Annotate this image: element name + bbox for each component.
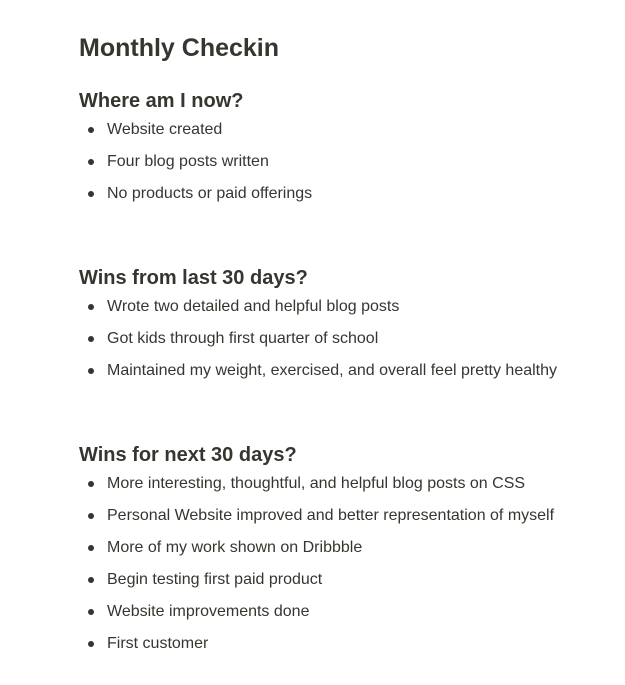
bullet-icon (88, 304, 94, 310)
list-item-text: Personal Website improved and better rep… (107, 507, 555, 524)
list-item-text: More interesting, thoughtful, and helpfu… (107, 475, 526, 492)
list-item: Begin testing first paid product (79, 570, 619, 602)
section-wins-next-30-days: Wins for next 30 days? More interesting,… (79, 442, 619, 666)
section-heading: Wins for next 30 days? (79, 444, 297, 466)
bullet-list: Wrote two detailed and helpful blog post… (79, 297, 619, 393)
list-item-text: More of my work shown on Dribbble (107, 539, 363, 556)
list-item: Four blog posts written (79, 152, 619, 184)
bullet-icon (88, 641, 94, 647)
bullet-icon (88, 368, 94, 374)
list-item: First customer (79, 634, 619, 666)
section-where-am-i-now: Where am I now? Website created Four blo… (79, 88, 619, 216)
section-wins-last-30-days: Wins from last 30 days? Wrote two detail… (79, 265, 619, 393)
section-heading: Where am I now? (79, 90, 244, 112)
list-item-text: Website created (107, 121, 223, 138)
bullet-list: More interesting, thoughtful, and helpfu… (79, 474, 619, 666)
list-item-text: Got kids through first quarter of school (107, 330, 379, 347)
list-item-text: Maintained my weight, exercised, and ove… (107, 362, 558, 379)
bullet-icon (88, 336, 94, 342)
page-title: Monthly Checkin (79, 34, 280, 62)
bullet-icon (88, 127, 94, 133)
list-item: Wrote two detailed and helpful blog post… (79, 297, 619, 329)
list-item: Website created (79, 120, 619, 152)
bullet-icon (88, 191, 94, 197)
document-page: Monthly Checkin Where am I now? Website … (0, 0, 625, 685)
list-item-text: No products or paid offerings (107, 185, 313, 202)
list-item-text: First customer (107, 635, 209, 652)
list-item: Got kids through first quarter of school (79, 329, 619, 361)
bullet-icon (88, 481, 94, 487)
list-item: Personal Website improved and better rep… (79, 506, 619, 538)
list-item: More interesting, thoughtful, and helpfu… (79, 474, 619, 506)
section-heading: Wins from last 30 days? (79, 267, 308, 289)
bullet-icon (88, 513, 94, 519)
list-item: Website improvements done (79, 602, 619, 634)
bullet-icon (88, 577, 94, 583)
list-item-text: Website improvements done (107, 603, 310, 620)
list-item: Maintained my weight, exercised, and ove… (79, 361, 619, 393)
bullet-icon (88, 609, 94, 615)
list-item: No products or paid offerings (79, 184, 619, 216)
list-item-text: Four blog posts written (107, 153, 269, 170)
bullet-icon (88, 545, 94, 551)
list-item-text: Begin testing first paid product (107, 571, 323, 588)
bullet-icon (88, 159, 94, 165)
list-item: More of my work shown on Dribbble (79, 538, 619, 570)
list-item-text: Wrote two detailed and helpful blog post… (107, 298, 400, 315)
bullet-list: Website created Four blog posts written … (79, 120, 619, 216)
